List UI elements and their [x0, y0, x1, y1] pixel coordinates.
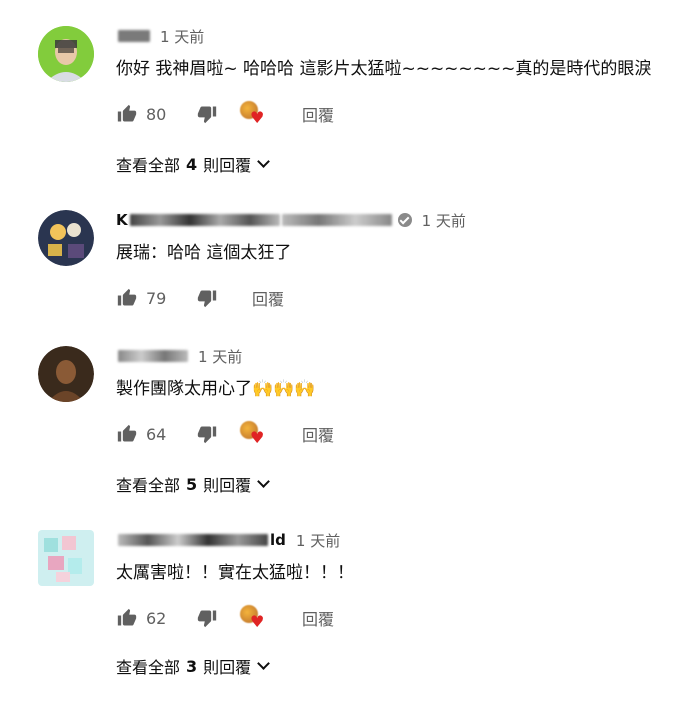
like-count: 64	[146, 424, 167, 444]
like-icon[interactable]	[116, 423, 138, 445]
comment-actions: 64 ♥ 回覆	[116, 421, 686, 447]
redacted-author	[118, 350, 188, 362]
avatar-image	[38, 210, 94, 266]
redacted-author	[129, 214, 280, 226]
view-replies-prefix: 查看全部	[116, 658, 181, 677]
redacted-author	[118, 534, 268, 546]
chevron-down-icon	[257, 154, 271, 168]
chevron-down-icon	[257, 474, 271, 488]
comment-time[interactable]: 1 天前	[160, 26, 204, 47]
comment-text: 製作團隊太用心了🙌🙌🙌	[116, 378, 686, 400]
comment-text: 展瑞：哈哈 這個太狂了	[116, 243, 292, 263]
comment-time[interactable]: 1 天前	[422, 210, 466, 231]
view-replies-button[interactable]: 查看全部 4 則回覆	[116, 152, 271, 176]
author-name[interactable]	[116, 30, 150, 42]
comment-time[interactable]: 1 天前	[198, 346, 242, 367]
reply-button[interactable]: 回覆	[252, 286, 284, 310]
avatar[interactable]	[38, 26, 94, 82]
dislike-icon[interactable]	[196, 607, 218, 629]
dislike-icon[interactable]	[196, 423, 218, 445]
reply-button[interactable]: 回覆	[302, 102, 334, 126]
comment-text-body: 製作團隊太用心了	[116, 379, 252, 399]
redacted-author	[118, 30, 150, 42]
like-icon[interactable]	[116, 607, 138, 629]
like-count: 80	[146, 104, 167, 124]
comment-header: ld 1 天前	[116, 530, 686, 550]
view-replies-suffix: 則回覆	[203, 476, 252, 495]
view-replies-prefix: 查看全部	[116, 476, 181, 495]
comment-actions: 62 ♥ 回覆	[116, 605, 686, 631]
comment-actions: 79 回覆	[116, 286, 686, 310]
heart-icon: ♥	[250, 108, 265, 127]
chevron-down-icon	[257, 656, 271, 670]
author-name[interactable]: ld	[116, 531, 286, 549]
redacted-author-2	[281, 214, 392, 226]
like-count: 62	[146, 608, 167, 628]
avatar[interactable]	[38, 530, 94, 586]
comment-time[interactable]: 1 天前	[296, 530, 340, 551]
author-name[interactable]: K	[116, 211, 392, 229]
reply-button[interactable]: 回覆	[302, 606, 334, 630]
creator-heart: ♥	[240, 421, 268, 447]
comment-header: K 1 天前	[116, 210, 686, 230]
avatar-image	[38, 346, 94, 402]
like-icon[interactable]	[116, 103, 138, 125]
raised-hands-emoji: 🙌🙌🙌	[252, 379, 316, 399]
view-replies-suffix: 則回覆	[203, 156, 252, 175]
view-replies-prefix: 查看全部	[116, 156, 181, 175]
creator-heart: ♥	[240, 101, 268, 127]
view-replies-count: 3	[186, 656, 198, 676]
comment-text: 你好 我神眉啦~ 哈哈哈 這影片太猛啦~~~~~~~~真的是時代的眼淚	[116, 59, 652, 79]
comment-header: 1 天前	[116, 26, 686, 46]
heart-icon: ♥	[250, 428, 265, 447]
verified-icon	[397, 213, 412, 227]
creator-heart: ♥	[240, 605, 268, 631]
view-replies-suffix: 則回覆	[203, 658, 252, 677]
avatar-image	[38, 530, 94, 586]
heart-icon: ♥	[250, 612, 265, 631]
view-replies-count: 4	[186, 154, 198, 174]
avatar[interactable]	[38, 210, 94, 266]
dislike-icon[interactable]	[196, 287, 218, 309]
comment-text: 太厲害啦！！實在太猛啦！！！	[116, 563, 354, 583]
author-name[interactable]	[116, 350, 188, 362]
dislike-icon[interactable]	[196, 103, 218, 125]
avatar-image	[38, 26, 94, 82]
avatar[interactable]	[38, 346, 94, 402]
reply-button[interactable]: 回覆	[302, 422, 334, 446]
view-replies-count: 5	[186, 474, 198, 494]
like-icon[interactable]	[116, 287, 138, 309]
view-replies-button[interactable]: 查看全部 3 則回覆	[116, 654, 271, 678]
comment-actions: 80 ♥ 回覆	[116, 101, 686, 127]
view-replies-button[interactable]: 查看全部 5 則回覆	[116, 472, 271, 496]
comment-header: 1 天前	[116, 346, 686, 366]
like-count: 79	[146, 288, 167, 308]
